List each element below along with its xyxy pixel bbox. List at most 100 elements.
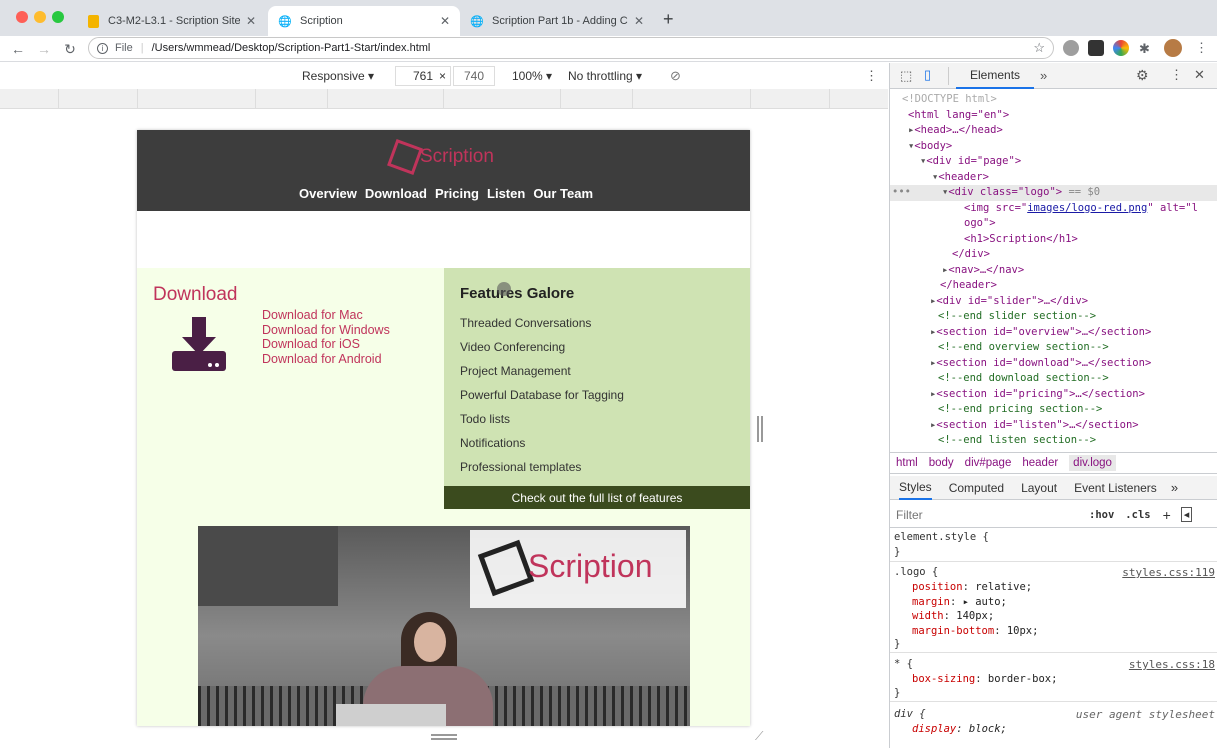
close-tab-icon[interactable]: ✕ bbox=[634, 14, 644, 28]
dom-comment[interactable]: <!--end download section--> bbox=[938, 372, 1109, 384]
dom-nav[interactable]: ▸<nav>…</nav> bbox=[942, 264, 1024, 276]
dom-comment[interactable]: <!--end pricing section--> bbox=[938, 403, 1102, 415]
puzzle-icon[interactable]: ✱ bbox=[1139, 41, 1150, 57]
download-ios-link[interactable]: Download for iOS bbox=[262, 337, 360, 352]
reload-icon[interactable]: ↻ bbox=[60, 39, 80, 59]
back-icon[interactable]: ← bbox=[8, 39, 28, 59]
device-more-icon[interactable]: ⋮ bbox=[865, 68, 878, 84]
minimize-window-button[interactable] bbox=[34, 11, 46, 23]
crumb-div-page[interactable]: div#page bbox=[965, 457, 1012, 469]
rule-source-link[interactable]: styles.css:18 bbox=[1129, 658, 1215, 671]
rule-property[interactable]: margin: ▸ auto; bbox=[912, 596, 1007, 608]
chrome-extension-icon[interactable] bbox=[1113, 40, 1129, 56]
tab-styles[interactable]: Styles bbox=[899, 476, 932, 500]
tab-c3-m2[interactable]: C3-M2-L3.1 - Scription Site - C ✕ bbox=[76, 6, 266, 36]
settings-gear-icon[interactable]: ⚙ bbox=[1136, 67, 1149, 84]
nav-pricing[interactable]: Pricing bbox=[435, 186, 479, 201]
hov-toggle[interactable]: :hov bbox=[1089, 509, 1114, 521]
crumb-body[interactable]: body bbox=[929, 457, 954, 469]
extension-icon[interactable] bbox=[1063, 40, 1079, 56]
close-tab-icon[interactable]: ✕ bbox=[246, 14, 256, 28]
throttle-select[interactable]: No throttling ▾ bbox=[568, 69, 642, 83]
rule-property[interactable]: position: relative; bbox=[912, 581, 1032, 593]
rule-source-link[interactable]: styles.css:119 bbox=[1122, 566, 1215, 579]
cls-toggle[interactable]: .cls bbox=[1125, 509, 1150, 521]
toggle-sidebar-icon[interactable]: ◂ bbox=[1180, 507, 1193, 522]
tab-elements[interactable]: Elements bbox=[956, 63, 1035, 89]
dom-listen[interactable]: ▸<section id="listen">…</section> bbox=[930, 419, 1139, 431]
rule-property[interactable]: box-sizing: border-box; bbox=[912, 673, 1057, 685]
extension-n-icon[interactable] bbox=[1088, 40, 1104, 56]
rule-property[interactable]: margin-bottom: 10px; bbox=[912, 625, 1038, 637]
crumb-html[interactable]: html bbox=[896, 457, 918, 469]
rule-selector[interactable]: .logo { bbox=[894, 566, 938, 578]
forward-icon[interactable]: → bbox=[34, 39, 54, 59]
dom-h1[interactable]: <h1>Scription</h1> bbox=[964, 233, 1078, 245]
dom-header-text: <header> bbox=[938, 170, 989, 183]
crumb-header[interactable]: header bbox=[1022, 457, 1058, 469]
new-tab-button[interactable]: + bbox=[663, 9, 674, 30]
close-devtools-icon[interactable]: ✕ bbox=[1194, 67, 1205, 83]
close-tab-icon[interactable]: ✕ bbox=[440, 14, 450, 28]
dom-selected-row[interactable]: ••• ▾<div class="logo"> == $0 bbox=[890, 185, 1217, 201]
crumb-div-logo[interactable]: div.logo bbox=[1069, 455, 1116, 471]
download-android-link[interactable]: Download for Android bbox=[262, 352, 382, 367]
dom-comment[interactable]: <!--end slider section--> bbox=[938, 310, 1096, 322]
resize-corner-icon[interactable]: ⟋ bbox=[755, 729, 763, 744]
avatar[interactable] bbox=[1164, 39, 1182, 57]
nav-listen[interactable]: Listen bbox=[487, 186, 525, 201]
zoom-select[interactable]: 100% ▾ bbox=[512, 69, 552, 83]
dom-div-close[interactable]: </div> bbox=[952, 248, 990, 260]
resize-handle-right[interactable] bbox=[757, 416, 763, 442]
bookmark-star-icon[interactable]: ☆ bbox=[1033, 40, 1045, 56]
more-panels-icon[interactable]: » bbox=[1040, 68, 1047, 83]
devtools-menu-icon[interactable]: ⋮ bbox=[1170, 67, 1183, 83]
dom-body[interactable]: ▾<body> bbox=[908, 140, 952, 152]
tab-computed[interactable]: Computed bbox=[949, 481, 1004, 495]
close-window-button[interactable] bbox=[16, 11, 28, 23]
nav-download[interactable]: Download bbox=[365, 186, 427, 201]
resize-handle-bottom[interactable] bbox=[431, 734, 457, 740]
tab-layout[interactable]: Layout bbox=[1021, 481, 1057, 495]
dom-img-link[interactable]: images/logo-red.png bbox=[1027, 202, 1147, 214]
tab-event-listeners[interactable]: Event Listeners bbox=[1074, 481, 1157, 495]
dom-header[interactable]: ▾<header> bbox=[932, 171, 989, 183]
dom-html[interactable]: <html lang="en"> bbox=[908, 109, 1009, 121]
download-mac-link[interactable]: Download for Mac bbox=[262, 308, 363, 323]
dom-slider[interactable]: ▸<div id="slider">…</div> bbox=[930, 295, 1088, 307]
dom-doctype[interactable]: <!DOCTYPE html> bbox=[902, 93, 997, 105]
dom-download[interactable]: ▸<section id="download">…</section> bbox=[930, 357, 1151, 369]
dom-ellipsis-icon[interactable]: ••• bbox=[892, 186, 911, 198]
rule-selector[interactable]: * { bbox=[894, 658, 913, 670]
nav-overview[interactable]: Overview bbox=[299, 186, 357, 201]
device-toggle-icon[interactable]: ▯ bbox=[924, 67, 931, 83]
maximize-window-button[interactable] bbox=[52, 11, 64, 23]
more-tabs-icon[interactable]: » bbox=[1171, 480, 1178, 495]
download-windows-link[interactable]: Download for Windows bbox=[262, 323, 390, 338]
rule-selector[interactable]: element.style { bbox=[894, 531, 989, 543]
info-icon[interactable]: i bbox=[97, 42, 108, 54]
rotate-icon[interactable]: ⊘ bbox=[670, 68, 681, 84]
nav-our-team[interactable]: Our Team bbox=[533, 186, 593, 201]
features-cta-button[interactable]: Check out the full list of features bbox=[444, 486, 750, 509]
rule-property[interactable]: width: 140px; bbox=[912, 610, 994, 622]
height-input[interactable]: 740 bbox=[453, 66, 495, 86]
styles-filter-input[interactable] bbox=[894, 506, 1079, 523]
dom-comment[interactable]: <!--end listen section--> bbox=[938, 434, 1096, 446]
dom-head[interactable]: ▸<head>…</head> bbox=[908, 124, 1003, 136]
dom-div-page[interactable]: ▾<div id="page"> bbox=[920, 155, 1021, 167]
menu-icon[interactable]: ⋮ bbox=[1195, 40, 1208, 56]
device-select[interactable]: Responsive ▾ bbox=[302, 69, 374, 83]
rule-selector[interactable]: div { bbox=[894, 708, 926, 720]
dom-pricing[interactable]: ▸<section id="pricing">…</section> bbox=[930, 388, 1145, 400]
tab-scription-part-1b[interactable]: 🌐 Scription Part 1b - Adding CSS ✕ bbox=[460, 6, 654, 36]
dom-header-close[interactable]: </header> bbox=[940, 279, 997, 291]
tab-scription[interactable]: 🌐 Scription ✕ bbox=[268, 6, 460, 36]
new-style-rule-icon[interactable]: + bbox=[1163, 507, 1171, 523]
media-query-ruler[interactable] bbox=[0, 89, 888, 109]
dom-comment[interactable]: <!--end overview section--> bbox=[938, 341, 1109, 353]
address-bar[interactable]: i File | /Users/wmmead/Desktop/Scription… bbox=[88, 37, 1054, 59]
dom-overview[interactable]: ▸<section id="overview">…</section> bbox=[930, 326, 1151, 338]
inspect-element-icon[interactable]: ⬚ bbox=[900, 68, 912, 84]
dom-img[interactable]: <img src="images/logo-red.png" alt="l bbox=[964, 202, 1198, 214]
